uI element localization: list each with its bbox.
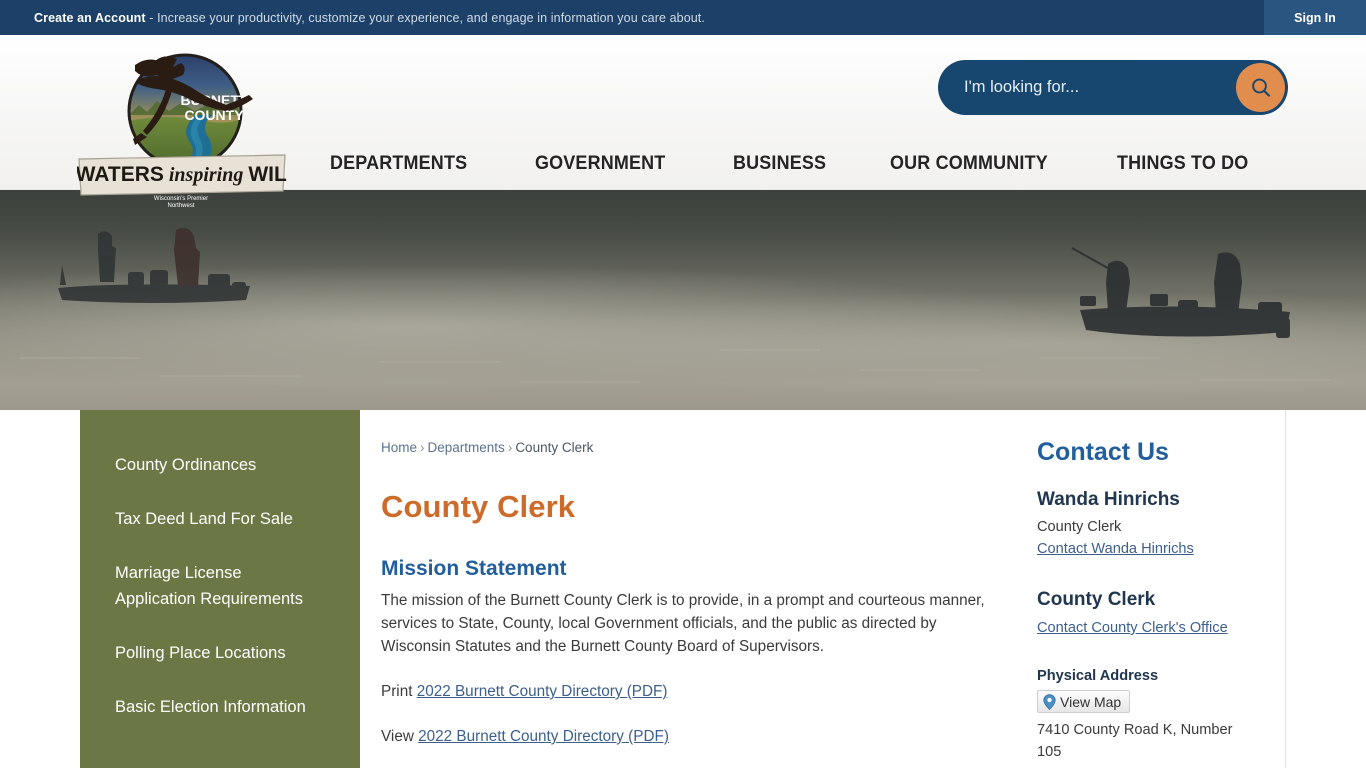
logo-county-line2: COUNTY — [184, 107, 244, 123]
sidebar-item-marriage-license[interactable]: Marriage License Application Requirement… — [115, 560, 315, 612]
search-submit-button[interactable] — [1236, 63, 1285, 112]
boat-right — [1071, 247, 1290, 338]
account-top-bar: Create an Account - Increase your produc… — [0, 0, 1366, 35]
main-navigation: DEPARTMENTS GOVERNMENT BUSINESS OUR COMM… — [330, 152, 1326, 181]
svg-text:spiritedWATERS inspiring WILDL: spiritedWATERS inspiring WILDLIFE — [77, 163, 287, 186]
search-pill — [938, 60, 1288, 115]
print-directory-line: Print 2022 Burnett County Directory (PDF… — [381, 680, 1006, 703]
address-line-2: 105 — [1037, 744, 1062, 760]
svg-text:Northwest: Northwest — [167, 203, 194, 209]
contact-office-link[interactable]: Contact County Clerk's Office — [1037, 620, 1228, 636]
print-label: Print — [381, 683, 417, 700]
hero-scene — [20, 228, 1330, 383]
site-header: BURNETT COUNTY spiritedWATERS inspiring … — [0, 35, 1366, 209]
contact-us-heading: Contact Us — [1037, 438, 1169, 466]
sign-in-button[interactable]: Sign In — [1264, 0, 1366, 35]
create-account-description: - Increase your productivity, customize … — [145, 10, 705, 25]
nav-item-departments[interactable]: DEPARTMENTS — [330, 152, 467, 181]
search-icon — [1251, 78, 1270, 97]
hero-banner-image — [0, 190, 1366, 410]
nav-item-our-community[interactable]: OUR COMMUNITY — [890, 152, 1048, 181]
physical-address-block: Physical Address View Map 7410 County Ro… — [1037, 668, 1287, 763]
breadcrumb: Home › Departments › County Clerk — [381, 440, 1006, 455]
page-body: County Ordinances Tax Deed Land For Sale… — [0, 410, 1366, 768]
map-pin-icon — [1043, 693, 1056, 710]
contact-person-role: County Clerk — [1037, 519, 1122, 535]
physical-address-label: Physical Address — [1037, 668, 1159, 684]
contact-panel-divider — [1285, 410, 1286, 768]
site-search — [938, 60, 1288, 115]
nav-item-business[interactable]: BUSINESS — [733, 152, 826, 181]
contact-person-block: Wanda Hinrichs County Clerk Contact Wand… — [1037, 489, 1287, 561]
logo-banner: spiritedWATERS inspiring WILDLIFE — [77, 154, 287, 196]
contact-person-link[interactable]: Contact Wanda Hinrichs — [1037, 541, 1194, 557]
water-ripples — [20, 349, 1330, 383]
contact-us-panel: Contact Us Wanda Hinrichs County Clerk C… — [1037, 410, 1287, 763]
nav-item-government[interactable]: GOVERNMENT — [535, 152, 665, 181]
print-directory-link[interactable]: 2022 Burnett County Directory (PDF) — [417, 683, 668, 700]
breadcrumb-departments[interactable]: Departments — [428, 440, 505, 455]
mission-statement-heading: Mission Statement — [381, 557, 567, 580]
create-account-link[interactable]: Create an Account — [34, 11, 146, 25]
mission-statement-body: The mission of the Burnett County Clerk … — [381, 592, 985, 655]
contact-office-name: County Clerk — [1037, 589, 1156, 610]
section-sidebar: County Ordinances Tax Deed Land For Sale… — [80, 410, 360, 768]
contact-person-name: Wanda Hinrichs — [1037, 489, 1180, 510]
svg-text:Wisconsin's Premier: Wisconsin's Premier — [154, 196, 208, 202]
breadcrumb-separator-2: › — [507, 440, 513, 455]
sidebar-item-basic-election[interactable]: Basic Election Information — [115, 694, 315, 720]
create-account-message[interactable]: Create an Account - Increase your produc… — [0, 11, 705, 25]
view-label: View — [381, 728, 419, 745]
contact-office-block: County Clerk Contact County Clerk's Offi… — [1037, 589, 1287, 640]
breadcrumb-separator-1: › — [420, 440, 425, 455]
breadcrumb-home[interactable]: Home — [381, 440, 417, 455]
view-directory-link[interactable]: 2022 Burnett County Directory (PDF) — [418, 728, 669, 745]
sidebar-item-county-ordinances[interactable]: County Ordinances — [115, 452, 315, 478]
page-title: County Clerk — [381, 489, 576, 524]
view-map-button[interactable]: View Map — [1037, 690, 1131, 713]
address-line-1: 7410 County Road K, Number — [1037, 722, 1233, 738]
main-content: Home › Departments › County Clerk County Cle… — [381, 410, 1006, 768]
nav-item-things-to-do[interactable]: THINGS TO DO — [1117, 152, 1248, 181]
view-directory-line: View 2022 Burnett County Directory (PDF) — [381, 725, 1006, 748]
boat-left — [58, 228, 250, 303]
sidebar-item-tax-deed-land[interactable]: Tax Deed Land For Sale — [115, 506, 315, 532]
burnett-county-logo[interactable]: BURNETT COUNTY spiritedWATERS inspiring … — [77, 49, 287, 209]
sidebar-item-polling-places[interactable]: Polling Place Locations — [115, 640, 315, 666]
breadcrumb-current: County Clerk — [515, 440, 594, 455]
view-map-label: View Map — [1060, 693, 1122, 710]
